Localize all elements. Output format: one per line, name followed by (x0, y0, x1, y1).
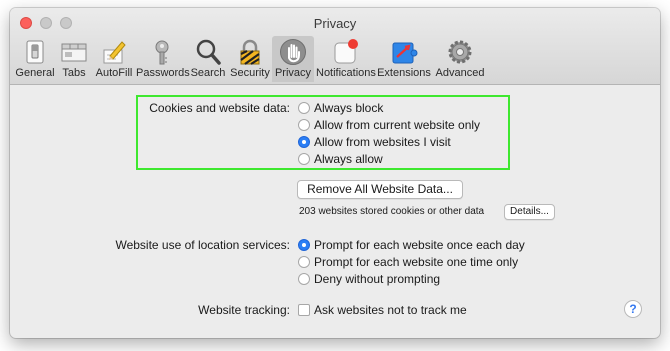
tab-label: General (15, 67, 55, 79)
help-button[interactable]: ? (624, 300, 642, 318)
tab-label: Notifications (316, 67, 376, 79)
option-label: Prompt for each website one time only (314, 255, 519, 269)
tab-autofill[interactable]: AutoFill (92, 36, 136, 82)
tab-privacy[interactable]: Privacy (272, 36, 314, 82)
cookies-label: Cookies and website data: (149, 101, 290, 115)
pencil-icon (103, 41, 126, 64)
checkbox-label: Ask websites not to track me (314, 303, 467, 317)
option-label: Allow from current website only (314, 118, 481, 132)
tab-general[interactable]: General (12, 36, 58, 82)
details-button[interactable]: Details... (504, 204, 555, 220)
gear-icon (448, 40, 472, 64)
tab-label: Search (190, 67, 226, 79)
tab-label: AutoFill (95, 67, 133, 79)
tab-passwords[interactable]: Passwords (136, 36, 190, 82)
option-label: Always allow (314, 152, 383, 166)
radio-deny-without-prompting[interactable] (298, 273, 310, 285)
radio-allow-websites-visited[interactable] (298, 136, 310, 148)
lock-icon (240, 39, 260, 65)
tab-label: Privacy (274, 67, 312, 79)
tab-extensions[interactable]: Extensions (376, 36, 432, 82)
key-icon (155, 40, 169, 65)
titlebar: Privacy General Tabs AutoFill Passwords … (10, 8, 660, 85)
tab-tabs[interactable]: Tabs (58, 36, 90, 82)
magnifier-icon (196, 39, 221, 65)
notification-icon (334, 39, 358, 64)
tab-label: Extensions (377, 67, 431, 79)
option-label: Deny without prompting (314, 272, 441, 286)
radio-always-allow[interactable] (298, 153, 310, 165)
location-label: Website use of location services: (115, 238, 290, 252)
radio-allow-current-website[interactable] (298, 119, 310, 131)
hand-icon (280, 39, 306, 65)
radio-always-block[interactable] (298, 102, 310, 114)
puzzle-icon (392, 42, 418, 64)
tabs-icon (61, 43, 87, 62)
tracking-label: Website tracking: (198, 303, 290, 317)
tab-notifications[interactable]: Notifications (316, 36, 376, 82)
option-label: Allow from websites I visit (314, 135, 451, 149)
tab-label: Tabs (62, 67, 86, 79)
tab-label: Advanced (435, 67, 485, 79)
option-label: Prompt for each website once each day (314, 238, 525, 252)
preferences-window: Privacy General Tabs AutoFill Passwords … (10, 8, 660, 338)
tab-label: Security (230, 67, 270, 79)
window-title: Privacy (313, 16, 357, 31)
tab-security[interactable]: Security (228, 36, 272, 82)
option-label: Always block (314, 101, 384, 115)
radio-prompt-once-each-day[interactable] (298, 239, 310, 251)
tab-search[interactable]: Search (190, 36, 226, 82)
do-not-track-checkbox[interactable] (298, 304, 310, 316)
switch-icon (26, 40, 44, 64)
remove-all-website-data-button[interactable]: Remove All Website Data... (297, 180, 463, 199)
radio-prompt-one-time-only[interactable] (298, 256, 310, 268)
tab-label: Passwords (136, 67, 190, 79)
stored-cookies-text: 203 websites stored cookies or other dat… (299, 206, 485, 217)
privacy-pane: Cookies and website data: Always block A… (10, 85, 660, 338)
tab-advanced[interactable]: Advanced (434, 36, 486, 82)
